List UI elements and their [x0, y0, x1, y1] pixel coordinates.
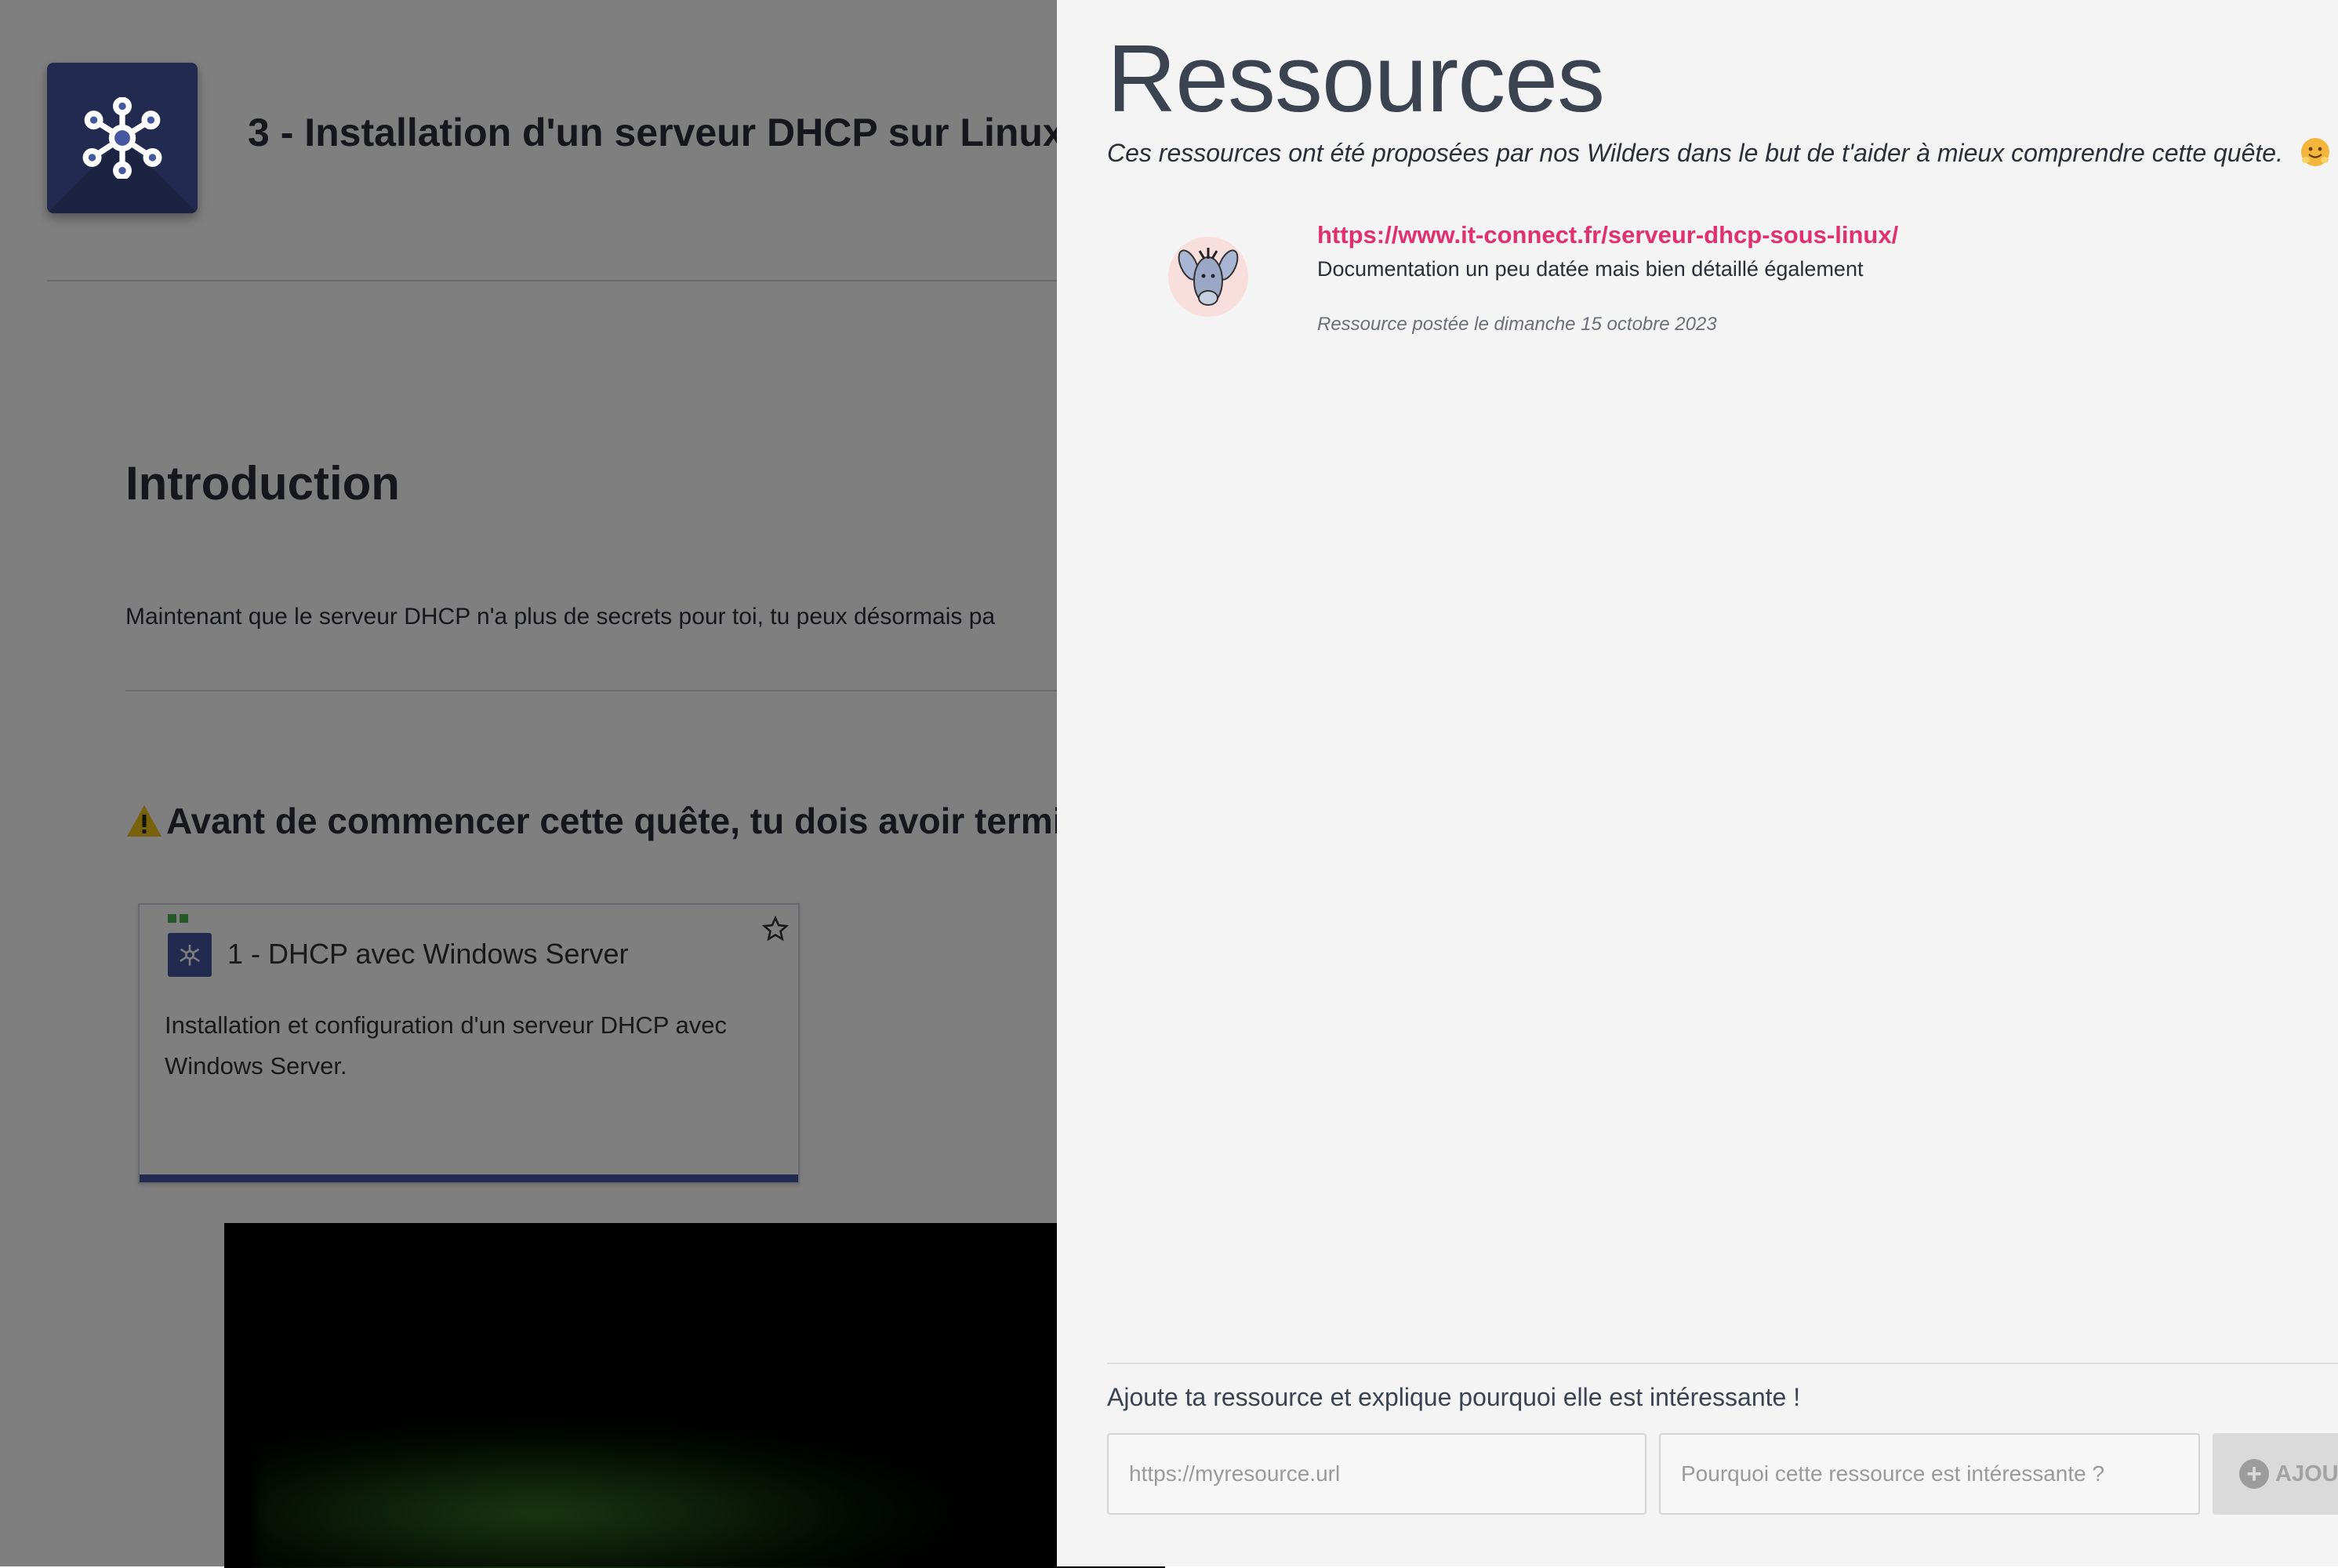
- network-hub-icon: [82, 97, 162, 179]
- hugging-face-emoji-icon: [2300, 138, 2329, 166]
- resource-item: https://www.it-connect.fr/serveur-dhcp-s…: [1168, 216, 2329, 342]
- add-resource-label: Ajoute ta ressource et explique pourquoi…: [1107, 1383, 1801, 1411]
- drawer-subtitle: Ces ressources ont été proposées par nos…: [1107, 138, 2329, 168]
- form-divider: [1107, 1363, 2338, 1364]
- resource-link[interactable]: https://www.it-connect.fr/serveur-dhcp-s…: [1317, 221, 1898, 249]
- drawer-title: Ressources: [1107, 25, 1605, 132]
- resource-url-input[interactable]: [1107, 1433, 1646, 1515]
- donkey-avatar-icon: [1168, 237, 1248, 317]
- resources-drawer: Ressources Ces ressources ont été propos…: [1057, 0, 2338, 1566]
- resource-reason-input[interactable]: [1659, 1433, 2200, 1515]
- plus-circle-icon: +: [2239, 1459, 2269, 1489]
- resource-date: Ressource postée le dimanche 15 octobre …: [1317, 314, 1717, 335]
- resource-description: Documentation un peu datée mais bien dét…: [1317, 257, 1864, 281]
- add-resource-button[interactable]: + AJOUT: [2213, 1433, 2338, 1515]
- add-resource-button-label: AJOUT: [2275, 1461, 2338, 1486]
- drawer-subtitle-text: Ces ressources ont été proposées par nos…: [1107, 139, 2283, 167]
- avatar: [1168, 237, 1248, 317]
